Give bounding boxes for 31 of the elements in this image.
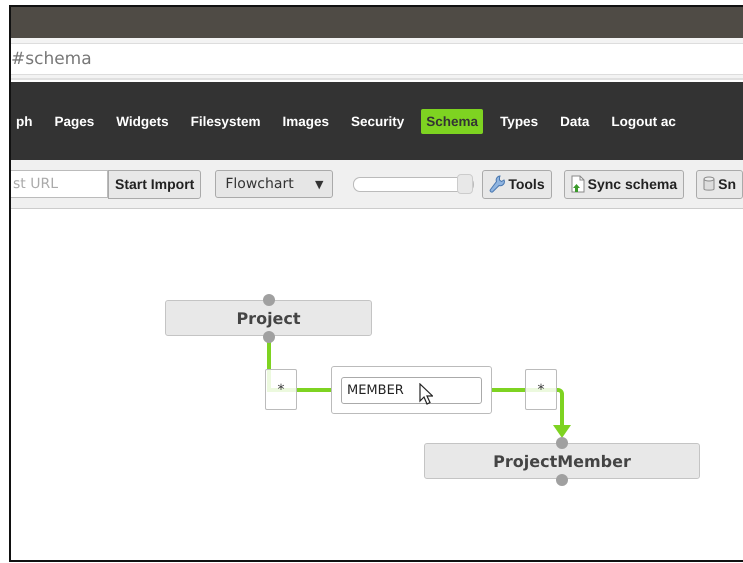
nav-tab[interactable]: Data xyxy=(555,108,594,134)
relationship-name-field[interactable]: MEMBER xyxy=(341,376,482,404)
database-icon xyxy=(703,176,716,192)
multiplicity-label[interactable]: * xyxy=(525,369,557,410)
toolbar-button[interactable]: Sn xyxy=(696,170,743,198)
connection-point[interactable] xyxy=(556,437,568,449)
document-upload-icon xyxy=(570,175,585,193)
nav-tab[interactable]: Filesystem xyxy=(186,108,266,134)
toolbar-button[interactable]: Sync schema xyxy=(564,170,684,198)
address-field[interactable]: #schema xyxy=(11,43,743,75)
connection-point[interactable] xyxy=(263,331,275,343)
slider-handle[interactable] xyxy=(457,174,474,194)
connection-point[interactable] xyxy=(556,474,568,486)
nav-tab[interactable]: Types xyxy=(495,108,544,134)
nav-tab[interactable]: Schema xyxy=(421,108,484,134)
schema-node[interactable]: ProjectMember xyxy=(424,443,700,479)
url-field[interactable]: st URL xyxy=(11,170,108,198)
start-import-button[interactable]: Start Import xyxy=(108,170,202,198)
nav-tab[interactable]: Logout ac xyxy=(606,108,681,134)
wrench-icon xyxy=(489,175,506,193)
schema-node[interactable]: Project xyxy=(165,300,372,336)
connection-point[interactable] xyxy=(263,294,275,306)
layout-dropdown[interactable]: Flowchart ▼ xyxy=(215,170,334,198)
nav-tab[interactable]: Widgets xyxy=(111,108,174,134)
nav-tab[interactable]: Pages xyxy=(50,108,100,134)
mouse-cursor-icon xyxy=(419,383,433,405)
nav-tab[interactable]: Security xyxy=(346,108,410,134)
nav-tab[interactable]: ph xyxy=(11,108,38,134)
nav-tab[interactable]: Images xyxy=(277,108,334,134)
toolbar-button[interactable]: Tools xyxy=(482,170,552,198)
multiplicity-label[interactable]: * xyxy=(265,369,297,410)
